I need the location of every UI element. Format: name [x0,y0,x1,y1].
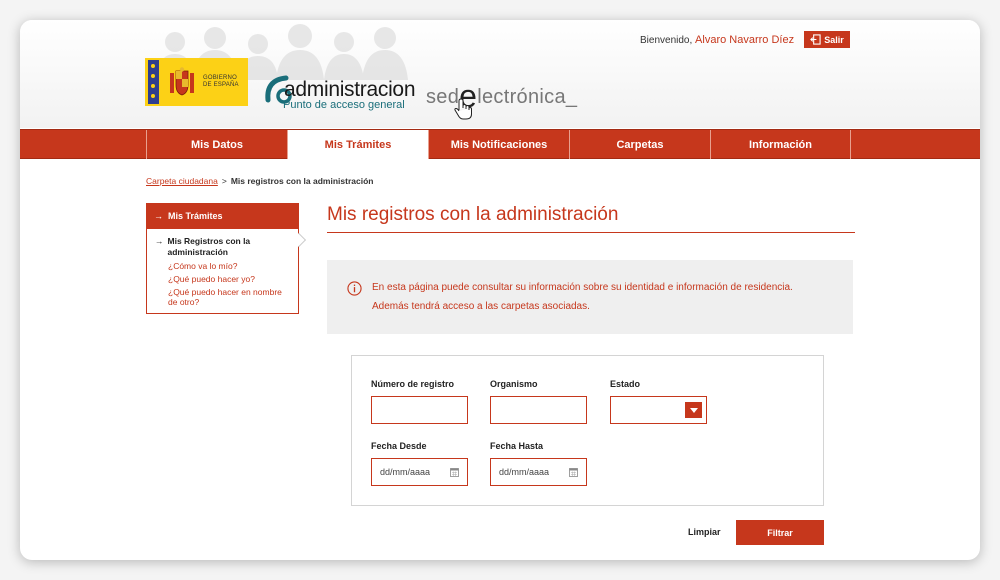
sidebar-link-nombre-de-otro[interactable]: ¿Qué puedo hacer en nombre de otro? [168,287,290,307]
calendar-icon[interactable] [450,467,459,477]
sidebar-link-que-puedo-hacer[interactable]: ¿Qué puedo hacer yo? [168,274,290,284]
nav-tab-mis-tramites[interactable]: Mis Trámites [287,130,428,159]
estado-field-group: Estado [610,379,707,424]
sidebar-header[interactable]: → Mis Trámites [146,203,299,229]
breadcrumb-separator: > [221,176,227,186]
organismo-input[interactable] [490,396,587,424]
desde-placeholder: dd/mm/aaaa [380,467,431,477]
arrow-right-icon: → [154,211,163,221]
arrow-right-icon: → [155,236,164,246]
estado-label: Estado [610,379,641,389]
hasta-placeholder: dd/mm/aaaa [499,467,550,477]
chevron-down-icon[interactable] [685,402,702,418]
hasta-date-input[interactable]: dd/mm/aaaa [490,458,587,486]
registro-input[interactable] [371,396,468,424]
page-title: Mis registros con la administración [327,204,619,225]
logout-button[interactable]: Salir [804,31,850,48]
gobierno-espana-logo[interactable]: GOBIERNO DE ESPAÑA [145,58,248,106]
desde-field-group: Fecha Desde dd/mm/aaaa [371,441,468,486]
filter-form: Número de registro Organismo Estado Fech… [351,355,824,506]
main-navigation: Mis Datos Mis Trámites Mis Notificacione… [20,129,980,159]
organismo-field-group: Organismo [490,379,587,424]
clear-button[interactable]: Limpiar [688,527,721,537]
nav-tab-mis-datos[interactable]: Mis Datos [146,130,287,159]
sede-logo-suffix: lectrónica_ [477,86,578,108]
browser-window: GOBIERNO DE ESPAÑA administracion Punto … [20,20,980,560]
spanish-coat-of-arms-icon [170,67,194,96]
sidebar-notch [291,232,307,248]
breadcrumb: Carpeta ciudadana > Mis registros con la a… [146,176,373,186]
nav-tab-informacion[interactable]: Información [710,130,851,159]
sidebar-item-current[interactable]: → Mis Registros con la administración [155,236,290,258]
hasta-label: Fecha Hasta [490,441,544,451]
sede-electronica-logo[interactable]: sedelectrónica_ [426,74,578,120]
sidebar-link-como-va[interactable]: ¿Cómo va lo mío? [168,261,290,271]
sidebar-header-label: Mis Trámites [168,211,223,221]
hasta-field-group: Fecha Hasta dd/mm/aaaa [490,441,587,486]
filter-button[interactable]: Filtrar [736,520,824,545]
logout-icon [810,34,821,45]
site-header: GOBIERNO DE ESPAÑA administracion Punto … [20,20,980,128]
desde-label: Fecha Desde [371,441,427,451]
sidebar-item-current-label: Mis Registros con la administración [167,236,251,257]
info-line-1: En esta página puede consultar su inform… [372,282,793,293]
sidebar-menu: → Mis Registros con la administración ¿C… [146,229,307,314]
administracion-logo[interactable]: administracion Punto de acceso general [264,68,416,112]
breadcrumb-current: Mis registros con la administración [230,176,374,186]
desde-date-input[interactable]: dd/mm/aaaa [371,458,468,486]
eu-flag-icon [148,60,159,104]
hand-cursor-icon [454,98,472,120]
registro-label: Número de registro [371,379,455,389]
estado-select[interactable] [610,396,707,424]
user-name: Alvaro Navarro Díez [695,34,795,46]
info-box: En esta página puede consultar su inform… [327,260,853,334]
title-divider [327,232,855,233]
welcome-message: Bienvenido, Alvaro Navarro Díez [640,34,794,46]
info-line-2: Además tendrá acceso a las carpetas asoc… [372,301,590,312]
gobierno-line-1: GOBIERNO [203,75,237,81]
administracion-logo-subtitle: Punto de acceso general [283,99,405,111]
nav-tab-carpetas[interactable]: Carpetas [569,130,710,159]
breadcrumb-link-carpeta[interactable]: Carpeta ciudadana [146,176,218,186]
gobierno-text: GOBIERNO DE ESPAÑA [203,75,239,89]
info-icon [347,280,362,296]
nav-tab-mis-notificaciones[interactable]: Mis Notificaciones [428,130,569,159]
logout-label: Salir [824,34,844,45]
registro-field-group: Número de registro [371,379,468,424]
organismo-label: Organismo [490,379,538,389]
info-text: En esta página puede consultar su inform… [372,278,793,316]
sidebar: → Mis Trámites → Mis Registros con la ad… [146,203,307,314]
calendar-icon[interactable] [569,467,578,477]
welcome-prefix: Bienvenido, [640,35,693,46]
gobierno-line-2: DE ESPAÑA [203,82,239,88]
